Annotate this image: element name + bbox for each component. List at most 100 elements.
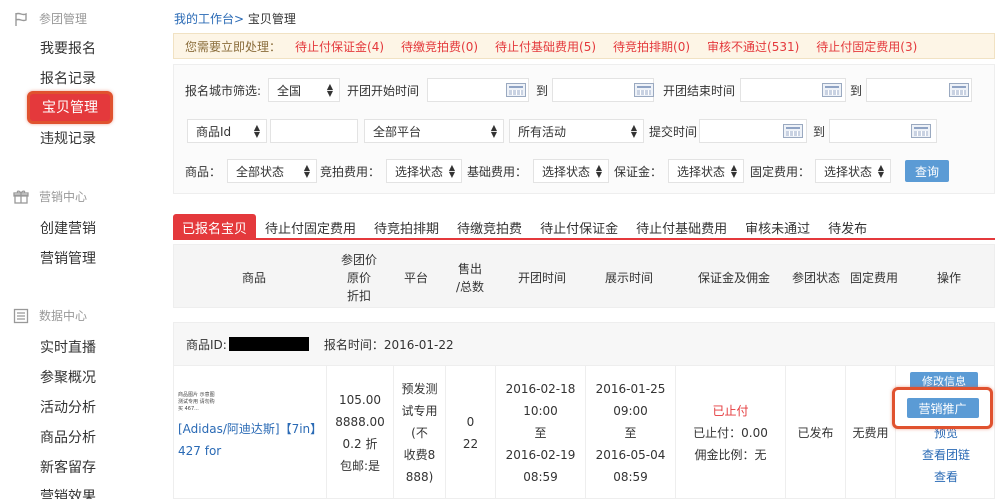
select-arrow-icon: ▲ ▼ (326, 82, 333, 98)
header-ops: 操作 (936, 271, 961, 285)
sidebar-item-live[interactable]: 实时直播 (40, 337, 96, 357)
filter-panel: 报名城市筛选: 全国 ▲ ▼ 开团开始时间 到 开团结束时间 到 商品Id ▲ ▼ … (173, 64, 995, 194)
goods-status-select[interactable]: 全部状态 ▲ ▼ (227, 159, 317, 183)
tab-pending-base-fee[interactable]: 待止付基础费用 (627, 214, 736, 240)
calendar-icon[interactable] (506, 83, 526, 97)
sidebar-item-marketing-effect[interactable]: 营销效果 (40, 486, 96, 499)
select-arrow-icon: ▲ ▼ (595, 163, 602, 179)
sidebar-item-marketing-management[interactable]: 营销管理 (40, 248, 96, 268)
view-link[interactable]: 查看 (896, 468, 996, 485)
sidebar-item-retention[interactable]: 新客留存 (40, 457, 96, 477)
sidebar-item-goods-analysis[interactable]: 商品分析 (40, 427, 96, 447)
fixed-fee-cell: 无费用 (846, 366, 896, 499)
platform-cell: 预发测 试专用 (不 收费8 888) (394, 366, 446, 499)
breadcrumb-root[interactable]: 我的工作台> (174, 12, 244, 26)
registration-time: 报名时间：2016-01-22 (323, 337, 454, 352)
auction-fee-select[interactable]: 选择状态 ▲ ▼ (386, 159, 462, 183)
select-arrow-icon: ▲ ▼ (630, 123, 637, 139)
calendar-icon[interactable] (949, 83, 969, 97)
goods-name-link[interactable]: [Adidas/阿迪达斯]【7in】427 for (178, 418, 318, 462)
sidebar-item-signup-records[interactable]: 报名记录 (40, 68, 96, 88)
fixed-fee-select[interactable]: 选择状态 ▲ ▼ (815, 159, 891, 183)
status-cell: 已发布 (786, 366, 846, 499)
calendar-icon[interactable] (783, 124, 803, 138)
sidebar-item-activity-analysis[interactable]: 活动分析 (40, 397, 96, 417)
tab-registered[interactable]: 已报名宝贝 (173, 214, 257, 240)
submit-time-label: 提交时间 (649, 125, 698, 139)
table-header: 商品 参团价 原价 折扣 平台 售出 /总数 开团时间 展示时间 保证金及佣金 … (173, 244, 995, 308)
section-marketing: 营销中心 (12, 188, 87, 205)
to-label: 到 (536, 84, 549, 98)
deposit-cell: 已止付 已止付：0.00 佣金比例：无 (676, 366, 786, 499)
ops-cell: 修改信息 预览 查看团链 查看 (896, 366, 996, 499)
select-arrow-icon: ▲ ▼ (490, 123, 497, 139)
notice-link-fixed-fee[interactable]: 待止付固定费用(3) (816, 38, 917, 55)
header-status: 参团状态 (791, 271, 840, 285)
header-price: 参团价 原价 折扣 (340, 253, 377, 303)
display-time-cell: 2016-01-25 09:00 至 2016-05-04 08:59 (586, 366, 676, 499)
to-label: 到 (850, 84, 863, 98)
notice-link-auction-fee[interactable]: 待缴竞拍费(0) (401, 38, 478, 55)
marketing-promote-button[interactable]: 营销推广 (906, 398, 979, 418)
notice-link-base-fee[interactable]: 待止付基础费用(5) (495, 38, 596, 55)
activity-select[interactable]: 所有活动 ▲ ▼ (509, 119, 644, 143)
list-icon (12, 308, 30, 324)
select-arrow-icon: ▲ ▼ (730, 163, 737, 179)
header-sold: 售出 /总数 (455, 262, 485, 294)
start-time-label: 开团开始时间 (347, 84, 420, 98)
tab-pending-auction-schedule[interactable]: 待竞拍排期 (365, 214, 448, 240)
tab-pending-publish[interactable]: 待发布 (819, 214, 876, 240)
select-arrow-icon: ▲ ▼ (253, 123, 260, 139)
calendar-icon[interactable] (911, 124, 931, 138)
header-start-time: 开团时间 (517, 271, 566, 285)
calendar-icon[interactable] (822, 83, 842, 97)
deposit-select[interactable]: 选择状态 ▲ ▼ (668, 159, 744, 183)
id-type-select[interactable]: 商品Id ▲ ▼ (187, 119, 267, 143)
fixed-fee-label: 固定费用： (750, 165, 811, 179)
start-time-cell: 2016-02-18 10:00 至 2016-02-19 08:59 (496, 366, 586, 499)
sidebar-item-create-marketing[interactable]: 创建营销 (40, 218, 96, 238)
goods-id-input[interactable] (270, 119, 358, 143)
goods-cell: 商品图片 示意图 测试专用 请勿购买 467... [Adidas/阿迪达斯]【… (174, 366, 327, 499)
sold-cell: 0 22 (446, 366, 496, 499)
gift-icon (12, 189, 30, 205)
select-arrow-icon: ▲ ▼ (877, 163, 884, 179)
notice-link-rejected[interactable]: 审核不通过(531) (707, 38, 799, 55)
deposit-status: 已止付 (712, 403, 749, 418)
notice-link-auction-schedule[interactable]: 待竞拍排期(0) (613, 38, 690, 55)
end-time-label: 开团结束时间 (663, 84, 736, 98)
breadcrumb: 我的工作台> 宝贝管理 (174, 10, 296, 27)
city-filter-label: 报名城市筛选: (185, 84, 262, 98)
auction-fee-label: 竞拍费用： (320, 165, 381, 179)
price-cell: 105.00 8888.00 0.2 折 包邮:是 (327, 366, 394, 499)
todo-notice: 您需要立即处理： 待止付保证金(4) 待缴竞拍费(0) 待止付基础费用(5) 待… (173, 33, 995, 59)
redacted-bar (228, 337, 309, 351)
header-goods: 商品 (241, 271, 266, 285)
tab-pending-auction-fee[interactable]: 待缴竞拍费 (448, 214, 531, 240)
sidebar-item-violations[interactable]: 违规记录 (40, 128, 96, 148)
status-value: 已发布 (797, 425, 834, 440)
base-fee-select[interactable]: 选择状态 ▲ ▼ (533, 159, 609, 183)
calendar-icon[interactable] (634, 83, 654, 97)
platform-select[interactable]: 全部平台 ▲ ▼ (364, 119, 504, 143)
notice-lead: 您需要立即处理： (185, 39, 282, 54)
sidebar-item-signup[interactable]: 我要报名 (40, 38, 96, 58)
header-display-time: 展示时间 (604, 271, 653, 285)
sidebar-item-overview[interactable]: 参聚概况 (40, 367, 96, 387)
sidebar-item-goods-management[interactable]: 宝贝管理 (27, 91, 113, 124)
tab-rejected[interactable]: 审核未通过 (736, 214, 819, 240)
status-tabs: 已报名宝贝 待止付固定费用 待竞拍排期 待缴竞拍费 待止付保证金 待止付基础费用… (173, 214, 995, 240)
goods-status-label: 商品： (185, 165, 222, 179)
section-data: 数据中心 (12, 307, 87, 324)
query-button[interactable]: 查询 (905, 160, 949, 182)
view-group-link[interactable]: 查看团链 (896, 446, 996, 463)
city-select[interactable]: 全国 ▲ ▼ (268, 78, 340, 102)
to-label: 到 (813, 125, 826, 139)
notice-link-deposit[interactable]: 待止付保证金(4) (295, 38, 384, 55)
tab-pending-fixed-fee[interactable]: 待止付固定费用 (256, 214, 365, 240)
tab-pending-deposit[interactable]: 待止付保证金 (531, 214, 627, 240)
table-row: 商品图片 示意图 测试专用 请勿购买 467... [Adidas/阿迪达斯]【… (173, 366, 995, 499)
header-deposit: 保证金及佣金 (697, 271, 770, 285)
goods-id-label: 商品ID: (186, 337, 227, 352)
select-arrow-icon: ▲ ▼ (303, 163, 310, 179)
